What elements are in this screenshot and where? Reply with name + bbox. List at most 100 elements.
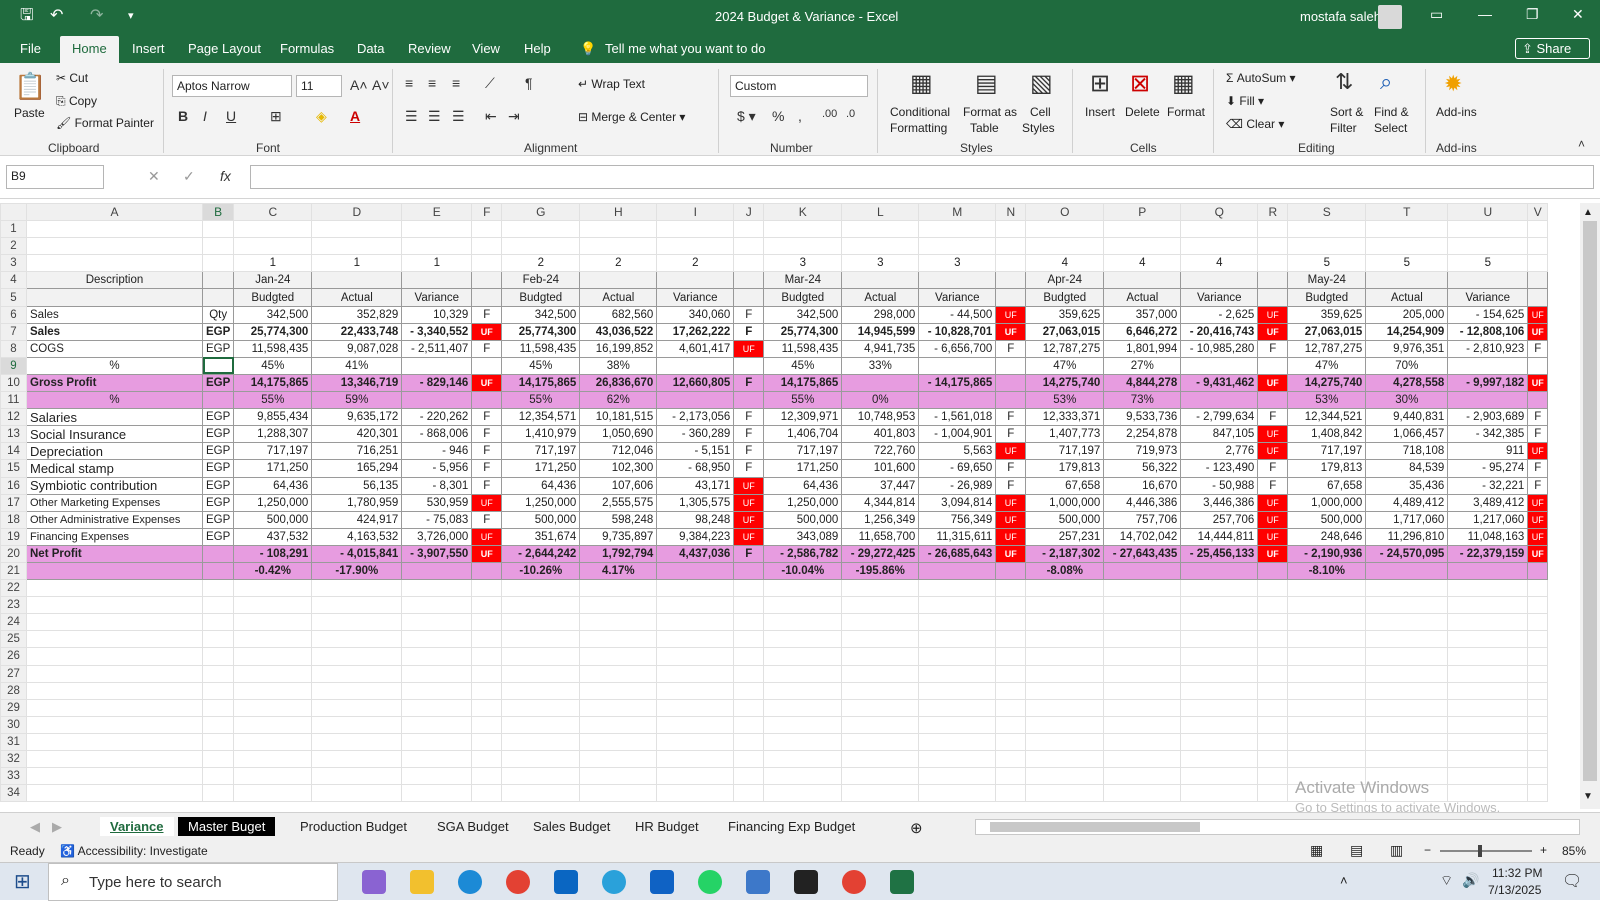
cell[interactable] (501, 664, 581, 683)
cell[interactable]: 6,646,272 (1103, 322, 1182, 341)
row-header[interactable]: 5 (0, 288, 27, 307)
cell[interactable] (995, 356, 1027, 375)
file-explorer-icon[interactable] (410, 870, 434, 894)
cell[interactable]: - 2,644,242 (501, 544, 581, 563)
cell[interactable] (733, 681, 765, 700)
cell[interactable] (1527, 356, 1549, 375)
cell[interactable] (763, 715, 843, 734)
cell[interactable] (918, 561, 997, 581)
row-header[interactable]: 27 (0, 664, 27, 683)
cell[interactable]: 73% (1103, 391, 1182, 410)
cell[interactable]: 25,774,300 (233, 322, 313, 341)
cell[interactable] (733, 561, 765, 581)
cell[interactable] (1287, 220, 1367, 239)
cell[interactable] (201, 561, 235, 581)
vertical-scrollbar[interactable]: ▲ ▼ (1580, 203, 1600, 809)
cell[interactable]: 342,500 (763, 305, 843, 324)
cell[interactable] (1527, 220, 1549, 239)
cell[interactable] (471, 630, 503, 649)
cell[interactable]: 3,094,814 (918, 493, 997, 512)
cell[interactable] (1527, 630, 1549, 649)
cell[interactable]: F (471, 442, 503, 461)
cell[interactable]: 712,046 (579, 442, 658, 461)
cell[interactable]: May-24 (1287, 271, 1367, 290)
row-header[interactable]: 11 (0, 391, 27, 410)
cell[interactable]: - 10,985,280 (1180, 339, 1259, 358)
cell[interactable] (401, 630, 473, 649)
cell[interactable] (401, 647, 473, 666)
cell[interactable] (1103, 749, 1182, 769)
cell[interactable] (1103, 220, 1182, 239)
cell[interactable] (311, 681, 403, 700)
cell[interactable] (918, 681, 997, 700)
cell[interactable] (1257, 391, 1289, 410)
cell[interactable] (401, 237, 473, 256)
whatsapp-icon[interactable] (698, 870, 722, 894)
cell[interactable]: 1,792,794 (579, 544, 658, 563)
cell[interactable]: 64,436 (501, 476, 581, 495)
cell[interactable] (471, 579, 503, 598)
cell[interactable]: 14,702,042 (1103, 527, 1182, 546)
cell[interactable] (471, 220, 503, 239)
cell[interactable] (1180, 220, 1259, 239)
cell[interactable]: Sales (26, 322, 203, 341)
cell[interactable]: 401,803 (841, 425, 920, 444)
cell[interactable]: F (1257, 476, 1289, 495)
cell[interactable] (656, 596, 735, 615)
cell[interactable] (579, 237, 658, 256)
cell[interactable]: 2 (579, 254, 658, 273)
cell[interactable]: -8.10% (1287, 561, 1367, 581)
cell[interactable] (918, 613, 997, 632)
cell[interactable]: 9,855,434 (233, 408, 313, 427)
cell[interactable] (1527, 732, 1549, 752)
cell[interactable]: F (1257, 408, 1289, 427)
cell[interactable]: EGP (201, 493, 235, 512)
cell[interactable] (1287, 613, 1367, 632)
cell[interactable]: UF (1257, 544, 1289, 563)
cell[interactable] (233, 579, 313, 598)
cell[interactable]: 756,349 (918, 510, 997, 529)
cell[interactable] (733, 613, 765, 632)
cell[interactable] (201, 579, 235, 598)
tab-home[interactable]: Home (60, 36, 119, 63)
cell[interactable]: F (1527, 459, 1549, 478)
cell[interactable]: 26,836,670 (579, 373, 658, 393)
cell[interactable] (501, 630, 581, 649)
cell[interactable] (26, 647, 203, 666)
cell[interactable] (1287, 630, 1367, 649)
cell[interactable]: F (733, 322, 765, 341)
cell[interactable]: 757,706 (1103, 510, 1182, 529)
fill-button[interactable]: ⬇ Fill ▾ (1226, 94, 1264, 108)
cell[interactable] (1103, 681, 1182, 700)
cell[interactable]: 1,305,575 (656, 493, 735, 512)
cell[interactable] (841, 647, 920, 666)
close-icon[interactable]: ✕ (1572, 6, 1584, 23)
horizontal-scrollbar[interactable] (975, 819, 1580, 835)
cell[interactable]: 1,256,349 (841, 510, 920, 529)
cell[interactable]: 5 (1287, 254, 1367, 273)
cell[interactable]: Variance (918, 288, 997, 307)
cell[interactable] (918, 767, 997, 786)
cell[interactable]: 352,829 (311, 305, 403, 324)
clear-button[interactable]: ⌫ Clear ▾ (1226, 117, 1284, 131)
increase-decimal-icon[interactable]: .00 (822, 108, 837, 120)
cell[interactable] (1287, 664, 1367, 683)
cell[interactable]: UF (471, 322, 503, 341)
column-header[interactable]: J (733, 203, 765, 222)
cell[interactable] (501, 715, 581, 734)
cell[interactable]: UF (995, 510, 1027, 529)
cell[interactable]: 98,248 (656, 510, 735, 529)
row-header[interactable]: 30 (0, 715, 27, 734)
cell[interactable] (579, 732, 658, 752)
cell[interactable] (26, 254, 203, 273)
cell[interactable]: 500,000 (763, 510, 843, 529)
cell[interactable]: 1 (401, 254, 473, 273)
align-bottom-icon[interactable]: ≡ (452, 75, 460, 91)
cell[interactable]: Mar-24 (763, 271, 843, 290)
scroll-down-icon[interactable]: ▼ (1583, 791, 1593, 802)
cell[interactable]: - 220,262 (401, 408, 473, 427)
cell[interactable]: Sales (26, 305, 203, 324)
cell[interactable] (201, 613, 235, 632)
cell[interactable]: 45% (501, 356, 581, 375)
cell[interactable] (1447, 715, 1529, 734)
